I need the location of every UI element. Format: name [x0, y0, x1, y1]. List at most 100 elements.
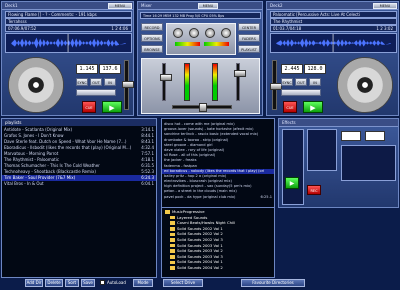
select-drive-button[interactable]: Select Drive: [163, 279, 203, 287]
playlist-row-title: Thomas Schumacher - This Is The Cold Wea…: [4, 163, 100, 168]
center-button[interactable]: CENTER: [238, 23, 260, 31]
mixer-menu-button[interactable]: MENU: [198, 3, 218, 9]
right-deck-bpm-display: 128.0: [304, 64, 326, 74]
effects-screen: [341, 145, 396, 181]
volume-fader-left-knob[interactable]: [160, 74, 172, 81]
left-deck-out-button[interactable]: OUT: [90, 78, 102, 86]
crossfader[interactable]: [172, 103, 232, 112]
options-button[interactable]: OPTIONS: [141, 34, 163, 42]
mixer-fader-area: [141, 58, 260, 114]
sort-button[interactable]: Sort: [65, 279, 79, 287]
vu-meter-right: [204, 42, 229, 46]
playlist-row-title: Eboradicus - Ilsbodit (likes the records…: [4, 145, 132, 150]
autoload-checkbox[interactable]: [100, 280, 105, 285]
volume-fader-right-knob[interactable]: [234, 70, 246, 77]
left-deck-artist: Terrahsss: [5, 18, 132, 25]
left-deck-waveform[interactable]: [5, 33, 132, 53]
playlist-header: playlists: [2, 119, 156, 126]
browser-row-title: electrovibes - bluscrash (original mix): [164, 179, 232, 184]
crossfader-knob[interactable]: [199, 103, 207, 112]
playlist-row-title: The Rhythmist - Paloomatic: [4, 157, 60, 162]
bottom-toolbar: Add Dir Delete Sort Save AutoLoad Mode S…: [1, 279, 399, 289]
playlist-row-title: Technoheavy - Shootback (Blackcastle Rem…: [4, 169, 96, 174]
browser-row-title: sandrine terlinck - rascix basic (extend…: [164, 132, 259, 137]
effects-value-display-2: [365, 131, 385, 141]
browser-track-list: disco hot - come with me (original mix) g…: [162, 119, 274, 207]
left-deck-pitch-knob[interactable]: [122, 81, 134, 88]
right-deck-cue-button[interactable]: CUE: [283, 101, 297, 113]
eq-knob-c[interactable]: [205, 28, 215, 38]
browser-row-title: dave vialee - rory of life (original): [164, 147, 225, 152]
left-deck-panel: Deck1 MENU Flowing Flame [] - ? - Commen…: [1, 1, 134, 116]
right-deck-pitch-display: 2.445: [281, 64, 303, 74]
left-deck-loop-button[interactable]: [76, 89, 116, 96]
volume-fader-left[interactable]: [160, 63, 172, 101]
left-deck-cue-button[interactable]: CUE: [82, 101, 96, 113]
add-dir-button[interactable]: Add Dir: [25, 279, 43, 287]
playlist-button[interactable]: PLAYLIST: [238, 45, 260, 53]
save-button[interactable]: Save: [81, 279, 95, 287]
mode-button[interactable]: Mode: [133, 279, 153, 287]
eq-knob-b[interactable]: [189, 28, 199, 38]
folder-tree: MusicProgressive Layered Sounds Cosmi Beat…: [165, 209, 273, 275]
record-button[interactable]: RECORD: [141, 23, 163, 31]
left-deck-pitch-slider[interactable]: [122, 60, 134, 110]
browser-row-title: disco hot - come with me (original mix): [164, 122, 235, 126]
right-deck-out-button[interactable]: OUT: [295, 78, 307, 86]
delete-button[interactable]: Delete: [45, 279, 63, 287]
playlist-row-title: Marvatous - Morning Parrot: [4, 151, 59, 156]
sampler-play-button[interactable]: ▶: [285, 177, 299, 189]
right-deck-loop-button[interactable]: [281, 89, 321, 96]
eq-knob-a[interactable]: [173, 28, 183, 38]
playlist-row-title: Grafos S. Jones - I Don't Know: [4, 133, 64, 138]
browser-row-title: petan - a street in the clouds (main mix…: [164, 189, 237, 194]
browse-button[interactable]: BROWSE: [141, 45, 163, 53]
left-deck-sync-button[interactable]: SYNC: [76, 78, 88, 86]
right-deck-in-button[interactable]: IN: [309, 78, 321, 86]
effects-left-column: [282, 129, 304, 205]
right-deck-time: 01:03.7/04:18 1 2 3:02: [270, 25, 397, 32]
left-deck-play-button[interactable]: ▶: [102, 101, 122, 113]
left-deck-bpm-display: 137.6: [99, 64, 121, 74]
effects-value-display: [341, 131, 361, 141]
browser-row-title: ed boradicus - nobody (likes the records…: [164, 168, 265, 173]
right-deck-track-title: Paloomatic [Percussive Acts: Live At Cel…: [270, 11, 397, 18]
playlist-row[interactable]: Vital Bros - In & Out 6:04.1: [2, 181, 156, 187]
browser-divider: [162, 207, 274, 208]
browser-row-title: groove-lover (sounds) - kate hortzshe (a…: [164, 127, 254, 132]
browser-row-title: drumbabe & tooroo - strip (original): [164, 137, 229, 142]
playlist-row-title: Antidote - Scatlanta (Original Mix): [4, 127, 73, 132]
mixer-title: Mixer: [141, 3, 152, 8]
folder-item[interactable]: Solid Sounds 2004 Vol 2: [165, 265, 273, 271]
right-deck-platter[interactable]: [337, 57, 393, 113]
right-deck-menu-button[interactable]: MENU: [373, 3, 397, 9]
right-deck-elapsed: 01:03.7/04:18: [273, 26, 302, 31]
autoload-label: AutoLoad: [107, 280, 126, 285]
faders-button[interactable]: FADERS: [238, 34, 260, 42]
left-deck-title: Deck1: [5, 3, 18, 8]
right-deck-title: Deck2: [270, 3, 283, 8]
left-deck-menu-button[interactable]: MENU: [108, 3, 132, 9]
sampler-rec-button[interactable]: REC: [307, 185, 321, 195]
right-deck-play-button[interactable]: ▶: [303, 101, 323, 113]
vu-meter-left: [175, 42, 200, 46]
mixer-status-line: Time 16:29 MEM 132 MB Prog 5/0 CPU 05% B…: [140, 12, 261, 19]
volume-fader-right[interactable]: [234, 63, 246, 101]
mixer-panel: Mixer MENU Time 16:29 MEM 132 MB Prog 5/…: [137, 1, 263, 116]
playlist-row-title: Tim Baker - Soul Provider (7&7 Mix): [4, 175, 76, 180]
favourite-directories-button[interactable]: Favourite Directories: [241, 279, 305, 287]
right-deck-pitch-slider[interactable]: [270, 60, 282, 110]
right-deck-waveform[interactable]: [270, 33, 397, 53]
left-deck-time: 07:06.9/07:52 1 2 4:06: [5, 25, 132, 32]
browser-row-time: 6:25.1: [260, 194, 273, 199]
right-deck-sync-button[interactable]: SYNC: [281, 78, 293, 86]
playlist-row-title: Dave Sterle feat. Dutch on Speed - What …: [4, 139, 127, 144]
eq-knob-d[interactable]: [221, 28, 231, 38]
left-deck-elapsed: 07:06.9/07:52: [8, 26, 37, 31]
left-deck-platter[interactable]: [8, 57, 64, 113]
left-deck-in-button[interactable]: IN: [104, 78, 116, 86]
playlist-panel: playlists Antidote - Scatlanta (Original…: [1, 118, 157, 278]
level-meter-right: [212, 63, 218, 101]
effects-panel: Effects ▶ REC: [278, 118, 399, 208]
browser-row[interactable]: pavel pock - da hype (original club mix)…: [162, 195, 274, 200]
